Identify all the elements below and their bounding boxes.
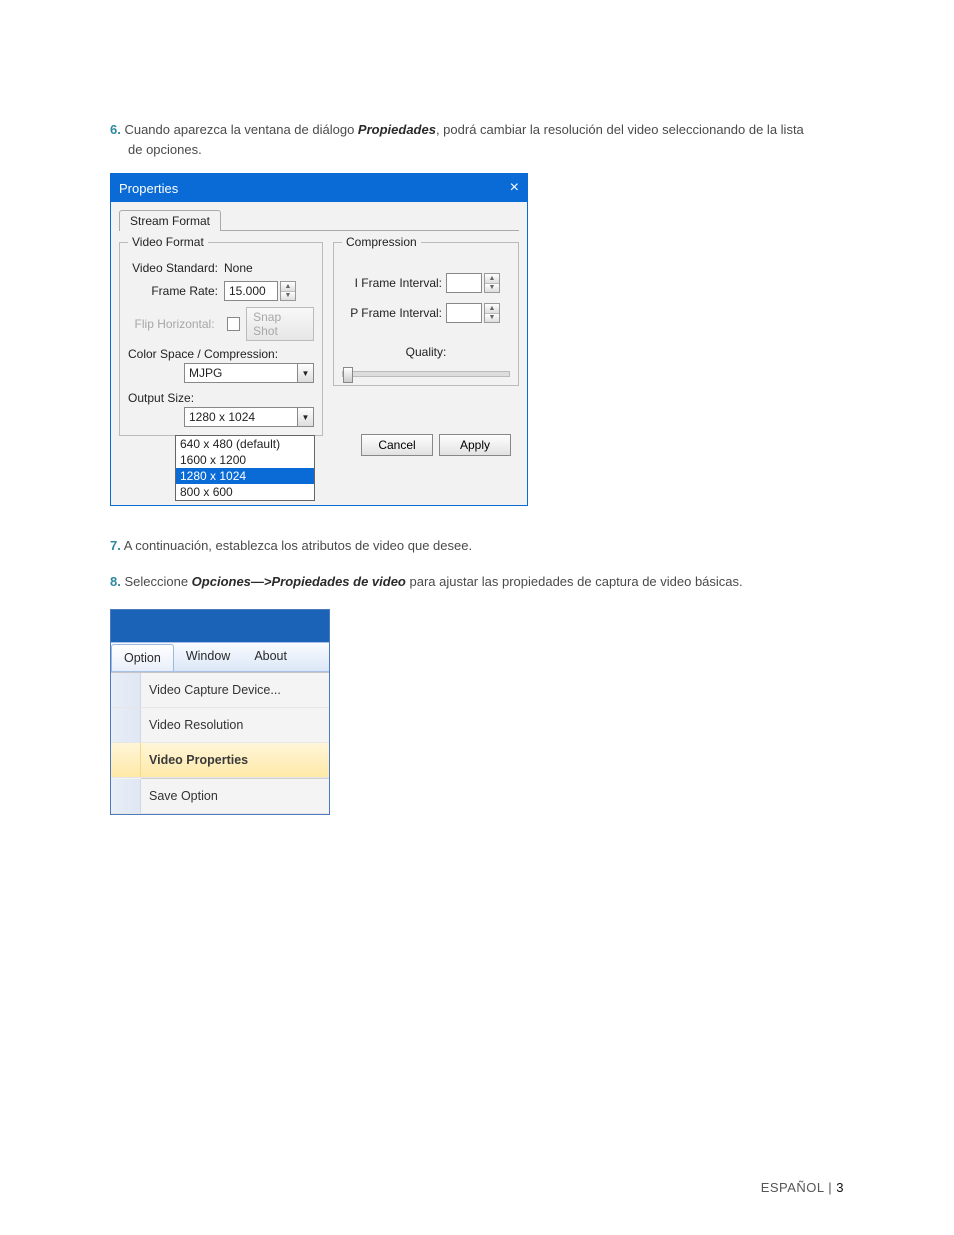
output-size-option-selected[interactable]: 1280 x 1024 xyxy=(176,468,314,484)
properties-dialog: Properties × Stream Format Video Format … xyxy=(110,173,528,506)
dialog-titlebar: Properties × xyxy=(111,174,527,202)
step-6-text: 6. Cuando aparezca la ventana de diálogo… xyxy=(110,120,844,159)
step-6-number: 6. xyxy=(110,122,121,137)
i-frame-input[interactable] xyxy=(446,273,482,293)
menu-item-video-resolution[interactable]: Video Resolution xyxy=(111,708,329,743)
menu-option[interactable]: Option xyxy=(111,644,174,671)
apply-button[interactable]: Apply xyxy=(439,434,511,456)
compression-group: Compression I Frame Interval: ▲▼ P Frame… xyxy=(333,235,519,386)
frame-rate-spinner[interactable]: ▲▼ xyxy=(280,281,296,301)
video-standard-value: None xyxy=(224,261,253,275)
slider-thumb[interactable] xyxy=(343,367,353,383)
option-menu-screenshot: Option Window About Video Capture Device… xyxy=(110,609,330,815)
snap-shot-button: Snap Shot xyxy=(246,307,314,341)
chevron-down-icon[interactable]: ▼ xyxy=(297,364,313,382)
output-size-option[interactable]: 800 x 600 xyxy=(176,484,314,500)
menubar: Option Window About xyxy=(111,642,329,672)
menu-item-video-capture-device[interactable]: Video Capture Device... xyxy=(111,673,329,708)
color-space-value: MJPG xyxy=(185,366,297,380)
video-format-group: Video Format Video Standard: None Frame … xyxy=(119,235,323,436)
chevron-down-icon[interactable]: ▼ xyxy=(297,408,313,426)
step-7-text: 7. A continuación, establezca los atribu… xyxy=(110,536,844,556)
output-size-value: 1280 x 1024 xyxy=(185,410,297,424)
i-frame-spinner[interactable]: ▲▼ xyxy=(484,273,500,293)
output-size-option[interactable]: 640 x 480 (default) xyxy=(176,436,314,452)
quality-label: Quality: xyxy=(342,345,510,359)
output-size-option[interactable]: 1600 x 1200 xyxy=(176,452,314,468)
flip-horizontal-checkbox xyxy=(227,317,241,331)
p-frame-label: P Frame Interval: xyxy=(342,306,442,320)
properties-word: Propiedades xyxy=(358,122,436,137)
frame-rate-label: Frame Rate: xyxy=(128,284,218,298)
video-standard-label: Video Standard: xyxy=(128,261,218,275)
output-size-dropdown[interactable]: 640 x 480 (default) 1600 x 1200 1280 x 1… xyxy=(175,435,315,501)
output-size-label: Output Size: xyxy=(128,391,314,405)
step-8-text: 8. Seleccione Opciones—>Propiedades de v… xyxy=(110,572,844,592)
frame-rate-input[interactable]: 15.000 xyxy=(224,281,278,301)
menu-item-video-properties[interactable]: Video Properties xyxy=(111,743,329,778)
page-number: 3 xyxy=(836,1180,844,1195)
quality-slider[interactable] xyxy=(342,371,510,377)
menu-item-save-option[interactable]: Save Option xyxy=(111,779,329,814)
color-space-label: Color Space / Compression: xyxy=(128,347,314,361)
cancel-button[interactable]: Cancel xyxy=(361,434,433,456)
page-footer: ESPAÑOL | 3 xyxy=(761,1180,844,1195)
i-frame-label: I Frame Interval: xyxy=(342,276,442,290)
menu-window[interactable]: Window xyxy=(174,643,242,671)
step-7-number: 7. xyxy=(110,538,121,553)
option-dropdown: Video Capture Device... Video Resolution… xyxy=(111,672,329,814)
p-frame-input[interactable] xyxy=(446,303,482,323)
video-format-legend: Video Format xyxy=(128,235,208,249)
color-space-combo[interactable]: MJPG ▼ xyxy=(184,363,314,383)
close-icon[interactable]: × xyxy=(510,179,519,197)
compression-legend: Compression xyxy=(342,235,421,249)
footer-language: ESPAÑOL xyxy=(761,1180,824,1195)
output-size-combo[interactable]: 1280 x 1024 ▼ xyxy=(184,407,314,427)
step-8-number: 8. xyxy=(110,574,121,589)
p-frame-spinner[interactable]: ▲▼ xyxy=(484,303,500,323)
dialog-title: Properties xyxy=(119,181,178,196)
options-path: Opciones—>Propiedades de video xyxy=(192,574,406,589)
flip-horizontal-label: Flip Horizontal: xyxy=(128,317,215,331)
tab-stream-format[interactable]: Stream Format xyxy=(119,210,221,231)
app-titlebar xyxy=(111,610,329,642)
menu-about[interactable]: About xyxy=(242,643,299,671)
